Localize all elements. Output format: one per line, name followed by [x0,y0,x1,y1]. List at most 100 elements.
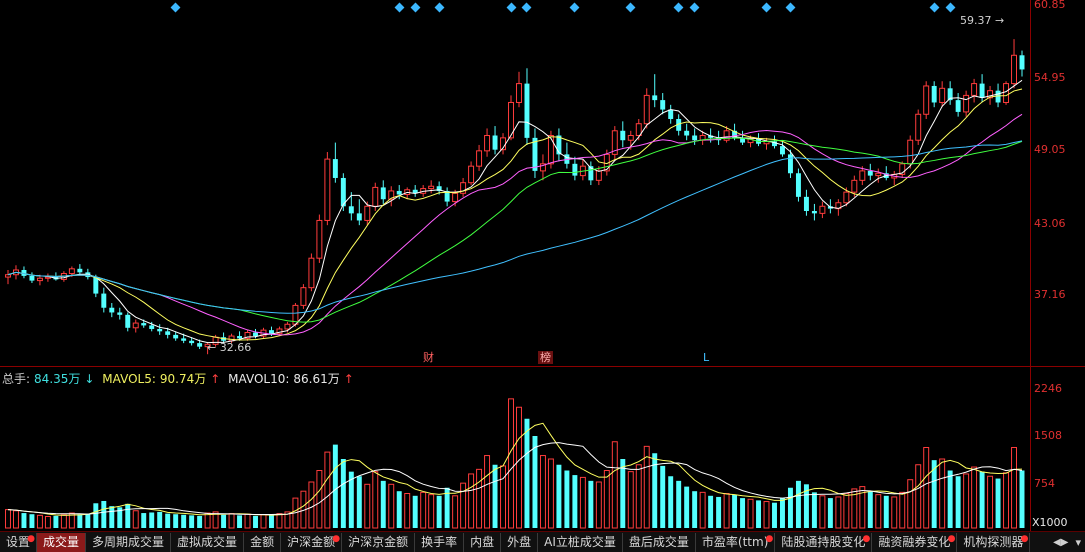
candle-body-up [5,274,11,278]
volume-bar-down [795,480,801,528]
volume-bar-down [101,500,107,528]
volume-bar-up [364,483,371,529]
tab-virtual-volume[interactable]: 虚拟成交量 [171,532,245,552]
tab-scroll-arrows[interactable]: ◀▶ [1050,537,1071,548]
candle-body-up [36,277,43,282]
volume-bar-down [197,515,203,528]
tab-sh-sz-bj-amount[interactable]: 沪深京金额 [342,532,416,552]
candle-body-up [308,257,315,289]
volume-bar-down [149,512,155,528]
candle-body-down [396,190,402,195]
finance-event-marker[interactable]: 财 [421,351,436,364]
candle-body-down [348,206,354,214]
volume-bar-down [787,487,793,528]
high-price-label: 59.37 → [960,14,1005,27]
volume-bar-down [436,495,442,528]
volume-bar-down [556,464,562,528]
candle-body-up [971,83,978,96]
candle-body-down [189,340,195,344]
volume-bar-up [819,495,826,529]
candle-body-up [316,219,323,259]
candle-body-down [181,338,187,341]
volume-bar-down [772,502,777,528]
volume-bar-down [955,476,961,528]
kline-chart[interactable] [0,0,1085,531]
tab-multi-period-volume[interactable]: 多周期成交量 [86,532,172,552]
tab-after-hours-volume[interactable]: 盘后成交量 [623,532,696,552]
tab-northbound-holding[interactable]: 陆股通持股变化 ● [775,532,873,552]
price-axis-border [1030,0,1031,366]
volume-bar-down [827,498,833,528]
ranking-event-marker[interactable]: 榜 [538,351,553,364]
candle-body-down [109,307,115,313]
volume-bar-up [539,455,546,529]
candle-body-up [923,85,930,115]
tab-ai-pile-volume[interactable]: AI立桩成交量 [538,532,623,552]
volume-bar-up [723,493,730,529]
candle-body-down [29,275,35,281]
tab-volume[interactable]: 成交量 [37,532,87,552]
volume-bar-up [899,491,906,529]
volume-bar-up [244,513,251,529]
volume-bar-up [500,465,506,529]
candle-body-up [627,135,634,141]
volume-bar-down [21,513,27,528]
tab-sh-sz-amount[interactable]: 沪深金额 ● [281,532,343,552]
volume-bar-up [372,471,379,529]
volume-bar-up [611,441,618,529]
volume-bar-down [676,480,682,528]
volume-bar-up [60,514,67,529]
tab-pe-ttm[interactable]: 市盈率(ttm) ● [696,532,776,552]
candle-body-down [125,314,131,328]
volume-bar-up [316,470,323,529]
volume-bar-down [93,503,99,528]
candle-body-down [572,163,578,176]
l-event-marker[interactable]: L [701,351,711,364]
low-price-label: ← 32.66 [207,341,252,354]
volume-bar-up [987,475,994,529]
tab-inner-volume[interactable]: 内盘 [464,532,502,552]
volume-bar-up [452,495,459,529]
volume-bar-down [660,465,666,528]
volume-bar-up [276,513,283,529]
candle-body-down [492,135,498,150]
legend-ma10-label: MAVOL10: [228,372,290,386]
volume-bar-down [756,500,761,528]
volume-bar-down [141,513,147,528]
volume-bar-down [237,515,243,528]
volume-bar-down [29,514,35,528]
volume-bar-up [603,470,610,529]
candle-body-up [1003,83,1010,103]
tab-institution-detector[interactable]: 机构探测器 ● [957,532,1031,552]
volume-bar-up [420,491,427,529]
tab-turnover-rate[interactable]: 换手率 [415,532,465,552]
volume-bar-down [396,491,402,528]
legend-ma5-label: MAVOL5: [102,372,156,386]
tab-amount[interactable]: 金额 [244,532,282,552]
candle-body-up [915,113,922,141]
volume-bar-up [875,494,882,529]
tab-margin-change[interactable]: 融资融券变化 ● [872,532,958,552]
volume-bar-up [971,466,978,529]
volume-bar-up [36,514,43,529]
candle-body-up [284,323,291,330]
ma5-line [7,79,1023,344]
volume-bar-up [1011,447,1017,529]
volume-bar-down [692,491,698,528]
candle-body-down [269,330,274,334]
tab-outer-volume[interactable]: 外盘 [501,532,539,552]
volume-bar-down [173,514,179,528]
candle-body-down [620,130,626,141]
ma10-line [7,88,1023,341]
candle-body-up [476,150,483,167]
volume-bar-up [44,516,51,529]
volume-bar-down [947,470,953,528]
price-tick-2: 54.95 [1034,71,1066,84]
candle-body-down [867,170,873,176]
tab-settings[interactable]: 设置 ● [0,532,38,552]
ma20-line [7,113,1023,336]
volume-bar-up [835,496,842,529]
tab-menu-icon[interactable]: ▾ [1071,536,1085,549]
volume-bar-up [923,447,930,529]
volume-tick-2: 1508 [1034,429,1062,442]
